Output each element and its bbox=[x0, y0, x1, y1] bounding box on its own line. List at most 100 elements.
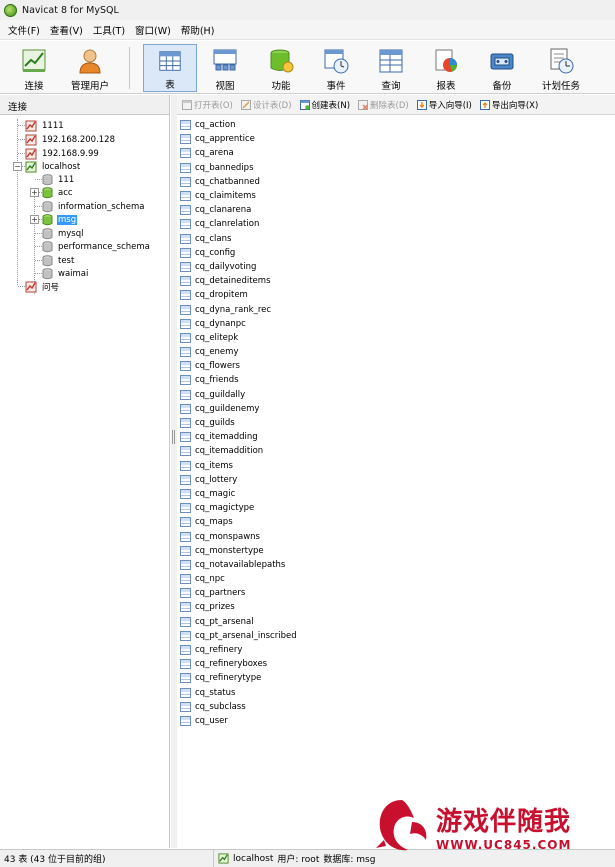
tree-database-test[interactable]: test bbox=[42, 254, 75, 267]
table-row[interactable]: cq_elitepk bbox=[180, 331, 615, 345]
export-wizard-button[interactable]: 导出向导(X) bbox=[479, 99, 538, 111]
tree-connection-192-168-200-128[interactable]: 192.168.200.128 bbox=[25, 133, 116, 146]
table-icon bbox=[180, 276, 191, 287]
table-name: cq_enemy bbox=[195, 347, 239, 358]
menu-window[interactable]: 窗口(W) bbox=[133, 21, 173, 39]
tree-database-information-schema[interactable]: information_schema bbox=[42, 200, 146, 213]
table-row[interactable]: cq_claimitems bbox=[180, 189, 615, 203]
table-row[interactable]: cq_arena bbox=[180, 146, 615, 160]
table-icon bbox=[180, 715, 191, 726]
table-icon bbox=[180, 304, 191, 315]
table-row[interactable]: cq_items bbox=[180, 459, 615, 473]
splitter-grip[interactable] bbox=[172, 430, 175, 444]
table-name: cq_dynanpc bbox=[195, 318, 246, 329]
reports-button-label: 报表 bbox=[436, 81, 456, 92]
menu-file[interactable]: 文件(F) bbox=[6, 21, 42, 39]
table-row[interactable]: cq_refinerytype bbox=[180, 671, 615, 685]
table-row[interactable]: cq_magictype bbox=[180, 501, 615, 515]
tree-connection-question[interactable]: 问号 bbox=[25, 280, 60, 293]
table-icon bbox=[180, 574, 191, 585]
tree-connection-192-168-9-99[interactable]: 192.168.9.99 bbox=[25, 147, 100, 160]
tree-database-msg[interactable]: msg bbox=[42, 213, 78, 226]
table-row[interactable]: cq_prizes bbox=[180, 600, 615, 614]
tree-database-111[interactable]: 111 bbox=[42, 173, 75, 186]
tables-button[interactable]: 表 bbox=[143, 44, 197, 92]
table-row[interactable]: cq_guildally bbox=[180, 388, 615, 402]
table-row[interactable]: cq_dyna_rank_rec bbox=[180, 302, 615, 316]
table-row[interactable]: cq_maps bbox=[180, 515, 615, 529]
tree-database-mysql[interactable]: mysql bbox=[42, 227, 85, 240]
table-row[interactable]: cq_guildenemy bbox=[180, 402, 615, 416]
table-row[interactable]: cq_pt_arsenal_inscribed bbox=[180, 629, 615, 643]
table-row[interactable]: cq_status bbox=[180, 686, 615, 700]
table-name: cq_config bbox=[195, 247, 236, 258]
tree-node-label: mysql bbox=[58, 228, 84, 239]
tree-database-acc[interactable]: acc bbox=[42, 186, 74, 199]
scheduled-tasks-button-label: 计划任务 bbox=[541, 81, 580, 92]
localhost-collapse-toggle[interactable]: − bbox=[13, 162, 22, 171]
table-row[interactable]: cq_pt_arsenal bbox=[180, 615, 615, 629]
table-row[interactable]: cq_guilds bbox=[180, 416, 615, 430]
table-row[interactable]: cq_notavailablepaths bbox=[180, 558, 615, 572]
table-row[interactable]: cq_enemy bbox=[180, 345, 615, 359]
table-row[interactable]: cq_partners bbox=[180, 586, 615, 600]
backup-button[interactable]: 备份 bbox=[478, 44, 526, 92]
views-button[interactable]: 视图 bbox=[201, 44, 249, 92]
table-row[interactable]: cq_chatbanned bbox=[180, 175, 615, 189]
scheduled-tasks-button[interactable]: 计划任务 bbox=[533, 44, 589, 92]
tree-connection-1111[interactable]: 1111 bbox=[25, 119, 65, 132]
table-row[interactable]: cq_clans bbox=[180, 232, 615, 246]
table-row[interactable]: cq_itemaddition bbox=[180, 444, 615, 458]
menu-tools[interactable]: 工具(T) bbox=[91, 21, 127, 39]
view-icon bbox=[213, 49, 237, 71]
table-row[interactable]: cq_magic bbox=[180, 487, 615, 501]
tree-database-performance-schema[interactable]: performance_schema bbox=[42, 240, 151, 253]
design-table-button[interactable]: 设计表(D) bbox=[240, 99, 292, 111]
table-row[interactable]: cq_dailyvoting bbox=[180, 260, 615, 274]
table-name: cq_apprentice bbox=[195, 134, 255, 145]
table-row[interactable]: cq_npc bbox=[180, 572, 615, 586]
table-row[interactable]: cq_config bbox=[180, 246, 615, 260]
acc-expand-toggle[interactable]: + bbox=[30, 188, 39, 197]
table-row[interactable]: cq_lottery bbox=[180, 473, 615, 487]
table-row[interactable]: cq_bannedips bbox=[180, 161, 615, 175]
table-row[interactable]: cq_dropitem bbox=[180, 288, 615, 302]
table-row[interactable]: cq_flowers bbox=[180, 359, 615, 373]
table-row[interactable]: cq_clanrelation bbox=[180, 217, 615, 231]
table-row[interactable]: cq_action bbox=[180, 118, 615, 132]
table-row[interactable]: cq_refinery bbox=[180, 643, 615, 657]
table-row[interactable]: cq_detaineditems bbox=[180, 274, 615, 288]
import-wizard-button[interactable]: 导入向导(I) bbox=[416, 99, 472, 111]
events-button[interactable]: 事件 bbox=[312, 44, 360, 92]
menu-view[interactable]: 查看(V) bbox=[48, 21, 85, 39]
reports-button[interactable]: 报表 bbox=[422, 44, 470, 92]
menu-help[interactable]: 帮助(H) bbox=[179, 21, 217, 39]
open-table-button[interactable]: 打开表(O) bbox=[182, 99, 233, 111]
table-row[interactable]: cq_subclass bbox=[180, 700, 615, 714]
connection-icon bbox=[22, 49, 46, 72]
delete-table-button[interactable]: 删除表(D) bbox=[358, 99, 409, 111]
table-row[interactable]: cq_user bbox=[180, 714, 615, 728]
table-row[interactable]: cq_refineryboxes bbox=[180, 657, 615, 671]
table-row[interactable]: cq_dynanpc bbox=[180, 317, 615, 331]
create-table-button[interactable]: 创建表(N) bbox=[299, 99, 350, 111]
functions-button[interactable]: 功能 bbox=[257, 44, 305, 92]
create-table-icon bbox=[299, 99, 310, 110]
table-row[interactable]: cq_friends bbox=[180, 373, 615, 387]
table-row[interactable]: cq_monstertype bbox=[180, 544, 615, 558]
table-name: cq_clans bbox=[195, 233, 232, 244]
queries-button[interactable]: 查询 bbox=[367, 44, 415, 92]
connection-panel: 连接 − + + 1111 192.168.200.128 192.168.9.… bbox=[0, 95, 170, 848]
connection-button[interactable]: 连接 bbox=[10, 44, 58, 92]
tree-connection-localhost[interactable]: localhost bbox=[25, 160, 81, 173]
tree-database-waimai[interactable]: waimai bbox=[42, 267, 89, 280]
manage-users-button-label: 管理用户 bbox=[70, 81, 109, 92]
table-row[interactable]: cq_clanarena bbox=[180, 203, 615, 217]
table-row[interactable]: cq_apprentice bbox=[180, 132, 615, 146]
table-row[interactable]: cq_monspawns bbox=[180, 529, 615, 543]
table-icon bbox=[180, 588, 191, 599]
manage-users-button[interactable]: 管理用户 bbox=[64, 44, 116, 92]
table-icon bbox=[180, 261, 191, 272]
table-row[interactable]: cq_itemadding bbox=[180, 430, 615, 444]
msg-expand-toggle[interactable]: + bbox=[30, 215, 39, 224]
